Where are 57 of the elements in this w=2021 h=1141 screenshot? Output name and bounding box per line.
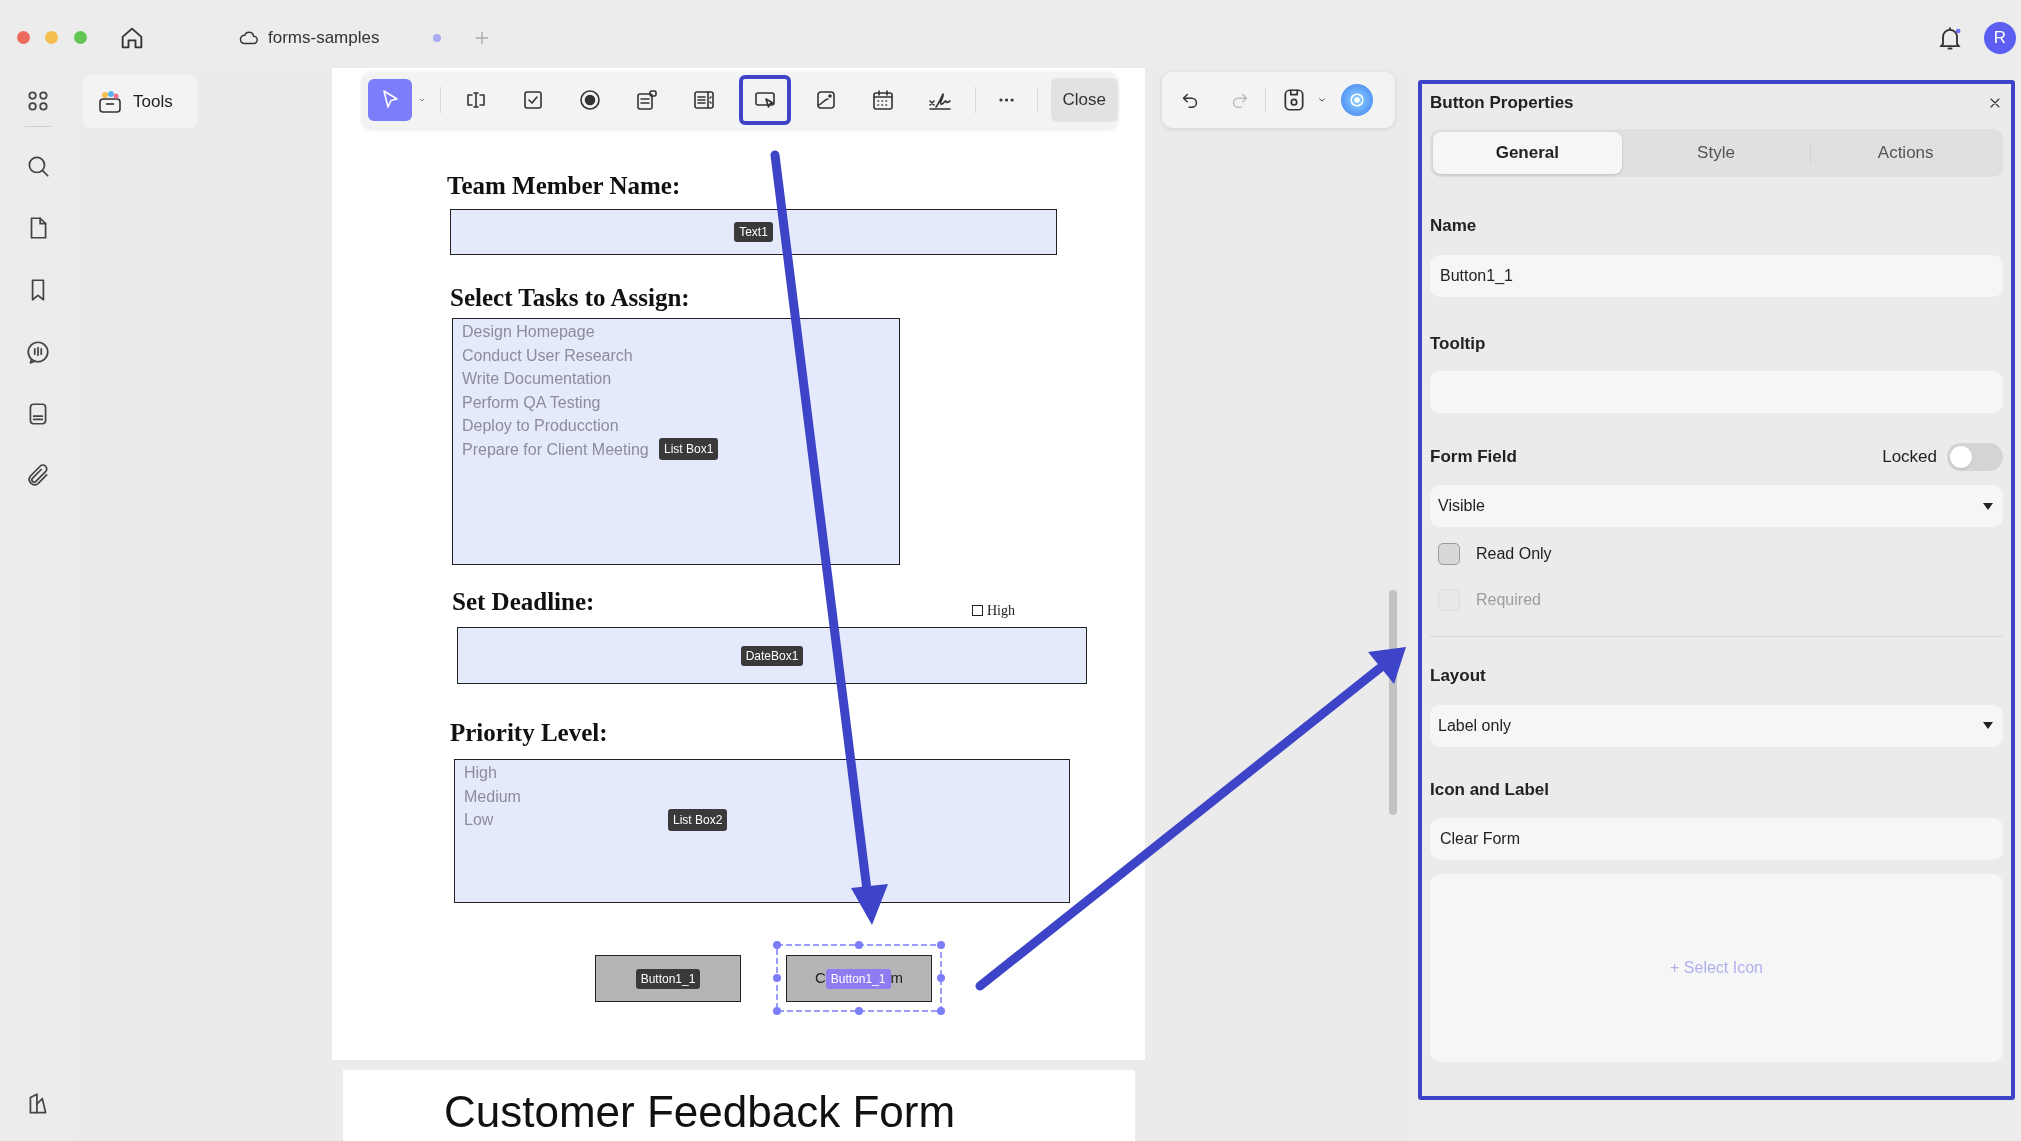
button-tool-button[interactable]	[739, 75, 791, 125]
calendar-icon	[871, 88, 895, 112]
field-heading: Priority Level:	[450, 718, 609, 748]
layout-select[interactable]: Label only	[1430, 704, 2003, 747]
radio-icon	[578, 88, 602, 112]
dropdown-caret-icon	[1983, 502, 1993, 510]
close-window-button[interactable]	[17, 31, 30, 44]
checkbox[interactable]	[1438, 543, 1460, 565]
toggle-label: Locked	[1882, 446, 1937, 469]
field-name-tag: List Box2	[668, 809, 728, 831]
field-name-tag: Button1_1	[635, 968, 701, 989]
field-label: Name	[1430, 215, 1478, 237]
field-heading: Team Member Name:	[447, 171, 682, 201]
field-heading: Set Deadline:	[452, 587, 595, 617]
list-box-icon	[692, 88, 716, 112]
field-heading: Select Tasks to Assign:	[450, 283, 691, 313]
document-tab[interactable]: forms-samples	[238, 24, 380, 52]
save-icon[interactable]	[1281, 87, 1307, 113]
field-label: Form Field	[1430, 446, 1518, 469]
checkbox-label: Required	[1476, 590, 1541, 610]
field-name-tag: Text1	[734, 222, 773, 242]
dropdown-caret-icon	[1983, 722, 1993, 729]
locked-toggle[interactable]	[1947, 443, 2003, 471]
tab[interactable]: General	[1433, 132, 1622, 174]
tools-button[interactable]: Tools	[83, 75, 198, 128]
field-name-tag: Button1_1	[825, 968, 891, 989]
page-title: Customer Feedback Form	[444, 1090, 957, 1134]
pointer-tool-button[interactable]	[368, 79, 412, 121]
comment-icon[interactable]	[24, 339, 51, 365]
selection-handles[interactable]	[773, 941, 945, 1016]
button-label: m	[890, 968, 904, 989]
form-button[interactable]: Button1_1	[595, 955, 741, 1002]
date-input-field[interactable]: DateBox1	[457, 627, 1087, 684]
checkbox[interactable]	[972, 605, 983, 616]
ai-assistant-icon[interactable]	[1341, 84, 1373, 116]
checkbox-label: High	[987, 602, 1015, 620]
name-input-field[interactable]: Button1_1	[1430, 254, 2003, 297]
panel-title: Button Properties	[1430, 92, 1575, 115]
image-icon	[814, 88, 838, 112]
checkbox-label: Read Only	[1476, 544, 1552, 564]
visibility-select[interactable]: Visible	[1430, 485, 2003, 527]
user-avatar[interactable]: R	[1984, 22, 2016, 54]
field-label: Icon and Label	[1430, 778, 1551, 801]
checkbox-icon	[521, 88, 545, 112]
button-label: C	[814, 968, 826, 989]
tab[interactable]: Actions	[1811, 132, 2000, 174]
field-name-tag: DateBox1	[740, 645, 804, 666]
field-label: Tooltip	[1430, 332, 1487, 355]
tab[interactable]: Style	[1621, 132, 1811, 174]
combo-box-icon	[635, 88, 659, 112]
text-input-field[interactable]: Text1	[450, 209, 1057, 255]
field-name-tag: List Box1	[659, 438, 719, 460]
label-input-field[interactable]: Clear Form	[1430, 818, 2003, 860]
close-button[interactable]: Close	[1050, 78, 1118, 122]
field-label: Layout	[1430, 665, 1487, 687]
form-button[interactable]: C Button1_1 m	[786, 955, 932, 1002]
toolbox-icon	[97, 89, 123, 114]
